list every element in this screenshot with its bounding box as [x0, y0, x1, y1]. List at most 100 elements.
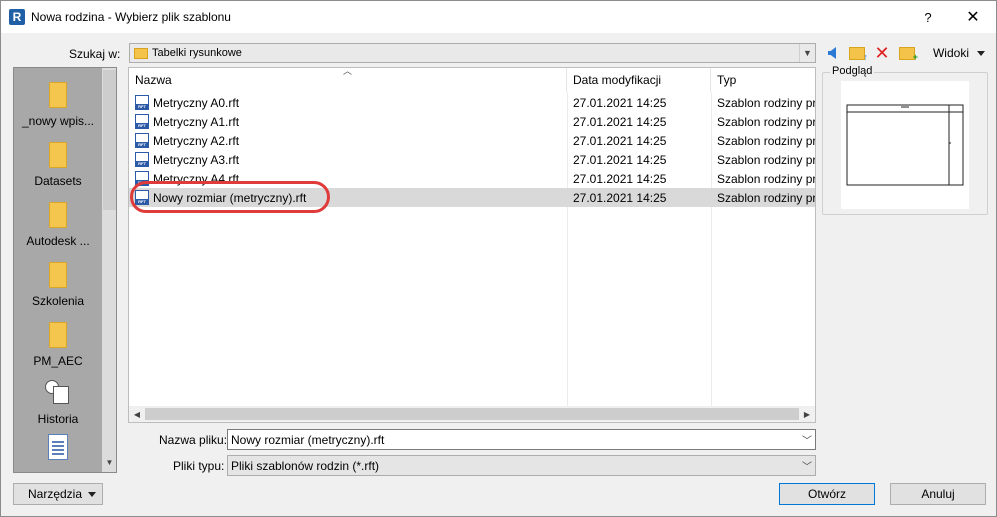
place-label: Historia	[37, 412, 79, 426]
rft-file-icon: RFT	[135, 190, 149, 205]
new-folder-button[interactable]: +	[897, 43, 918, 63]
file-list: ︿ Nazwa Data modyfikacji Typ RFT Metryczn…	[128, 67, 816, 423]
look-in-value: Tabelki rysunkowe	[152, 47, 242, 59]
file-type: Szablon rodziny pr...	[717, 171, 815, 186]
file-date: 27.01.2021 14:25	[573, 133, 667, 148]
views-menu-button[interactable]: Widoki	[929, 43, 989, 63]
file-row[interactable]: RFT Metryczny A2.rft 27.01.2021 14:25 Sza…	[129, 131, 815, 150]
file-name-input[interactable]	[228, 431, 799, 448]
place-label: PM_AEC	[33, 354, 83, 368]
places-scrollbar[interactable]: ▼	[102, 68, 116, 472]
preview-label: Podgląd	[830, 65, 875, 77]
history-icon	[45, 380, 71, 406]
file-type: Szablon rodziny pr...	[717, 133, 815, 148]
file-date: 27.01.2021 14:25	[573, 152, 667, 167]
column-header-type[interactable]: Typ	[711, 68, 815, 92]
place-datasets[interactable]: Datasets	[14, 132, 102, 192]
file-type-label: Pliki typu:	[173, 459, 225, 473]
back-button[interactable]	[823, 43, 841, 63]
folder-icon	[49, 202, 67, 228]
rft-file-icon: RFT	[135, 95, 149, 110]
cancel-button[interactable]: Anuluj	[890, 483, 986, 505]
file-name: Nowy rozmiar (metryczny).rft	[153, 190, 307, 205]
tools-label: Narzędzia	[28, 487, 83, 501]
folder-icon	[49, 142, 67, 168]
delete-x-icon: ✕	[874, 43, 890, 63]
file-dialog: R Nowa rodzina - Wybierz plik szablonu ?…	[0, 0, 997, 517]
title-bar: R Nowa rodzina - Wybierz plik szablonu ?…	[1, 1, 996, 33]
place-label: Autodesk ...	[26, 234, 90, 248]
file-row-selected[interactable]: RFT Nowy rozmiar (metryczny).rft 27.01.20…	[129, 188, 815, 207]
file-type: Szablon rodziny pr...	[717, 152, 815, 167]
place-pm-aec[interactable]: PM_AEC	[14, 312, 102, 372]
folder-icon	[49, 322, 67, 348]
file-name-label: Nazwa pliku:	[159, 433, 228, 447]
place-historia[interactable]: Historia	[14, 372, 102, 432]
title-block-preview-image	[846, 104, 964, 186]
close-button[interactable]: ✕	[958, 5, 988, 29]
preview-thumbnail	[841, 81, 969, 209]
file-type: Szablon rodziny pr...	[717, 114, 815, 129]
file-name: Metryczny A2.rft	[153, 133, 240, 148]
open-button[interactable]: Otwórz	[779, 483, 875, 505]
file-row[interactable]: RFT Metryczny A4.rft 27.01.2021 14:25 Sza…	[129, 169, 815, 188]
new-folder-icon: +	[899, 46, 918, 62]
folder-icon	[134, 47, 148, 59]
chevron-down-icon	[88, 491, 96, 497]
look-in-label: Szukaj w:	[69, 47, 121, 61]
file-row[interactable]: RFT Metryczny A3.rft 27.01.2021 14:25 Sza…	[129, 150, 815, 169]
document-icon	[48, 434, 68, 460]
delete-button[interactable]: ✕	[873, 43, 891, 63]
file-name-combo[interactable]: ﹀	[227, 429, 816, 450]
arrow-left-icon	[828, 47, 836, 59]
folder-up-icon: ↑	[849, 46, 868, 62]
place-label: Datasets	[34, 174, 82, 188]
up-folder-button[interactable]: ↑	[847, 43, 868, 63]
views-label: Widoki	[932, 46, 969, 60]
revit-app-icon: R	[9, 9, 25, 25]
rft-file-icon: RFT	[135, 114, 149, 129]
file-type-value: Pliki szablonów rodzin (*.rft)	[231, 458, 380, 473]
chevron-down-icon[interactable]: ▼	[799, 44, 815, 62]
chevron-down-icon[interactable]: ﹀	[799, 458, 815, 473]
file-type-dropdown[interactable]: Pliki szablonów rodzin (*.rft) ﹀	[227, 455, 816, 476]
column-header-date[interactable]: Data modyfikacji	[567, 68, 711, 92]
place-szkolenia[interactable]: Szkolenia	[14, 252, 102, 312]
file-row[interactable]: RFT Metryczny A1.rft 27.01.2021 14:25 Sza…	[129, 112, 815, 131]
place-label: Szkolenia	[31, 294, 85, 308]
file-date: 27.01.2021 14:25	[573, 95, 667, 110]
rft-file-icon: RFT	[135, 152, 149, 167]
place-nowy-wpis[interactable]: _nowy wpis...	[14, 72, 102, 132]
horizontal-scrollbar[interactable]: ◀ ▶	[129, 406, 815, 422]
rft-file-icon: RFT	[135, 133, 149, 148]
scrollbar-thumb[interactable]	[145, 408, 799, 420]
place-label: _nowy wpis...	[21, 114, 95, 128]
file-date: 27.01.2021 14:25	[573, 190, 667, 205]
places-bar: _nowy wpis... Datasets Autodesk ... Szko…	[13, 67, 117, 473]
column-header-name[interactable]: Nazwa	[129, 68, 567, 92]
folder-icon	[49, 82, 67, 108]
look-in-dropdown[interactable]: Tabelki rysunkowe ▼	[129, 43, 816, 63]
chevron-down-icon	[977, 50, 985, 56]
file-date: 27.01.2021 14:25	[573, 171, 667, 186]
tools-button[interactable]: Narzędzia	[13, 483, 103, 505]
scroll-down-icon[interactable]: ▼	[102, 455, 116, 470]
scroll-left-icon[interactable]: ◀	[129, 406, 145, 422]
file-name: Metryczny A1.rft	[153, 114, 240, 129]
place-documents[interactable]	[14, 430, 102, 472]
file-type: Szablon rodziny pr...	[717, 95, 815, 110]
place-autodesk[interactable]: Autodesk ...	[14, 192, 102, 252]
window-title: Nowa rodzina - Wybierz plik szablonu	[31, 10, 231, 24]
file-date: 27.01.2021 14:25	[573, 114, 667, 129]
file-type: Szablon rodziny pr...	[717, 190, 815, 205]
file-name: Metryczny A0.rft	[153, 95, 240, 110]
rft-file-icon: RFT	[135, 171, 149, 186]
file-row[interactable]: RFT Metryczny A0.rft 27.01.2021 14:25 Sza…	[129, 93, 815, 112]
scroll-right-icon[interactable]: ▶	[799, 406, 815, 422]
folder-icon	[49, 262, 67, 288]
help-button[interactable]: ?	[916, 7, 940, 27]
chevron-down-icon[interactable]: ﹀	[799, 432, 815, 447]
file-list-header: ︿ Nazwa Data modyfikacji Typ	[129, 68, 815, 92]
file-name: Metryczny A3.rft	[153, 152, 240, 167]
scrollbar-thumb[interactable]	[103, 70, 116, 210]
